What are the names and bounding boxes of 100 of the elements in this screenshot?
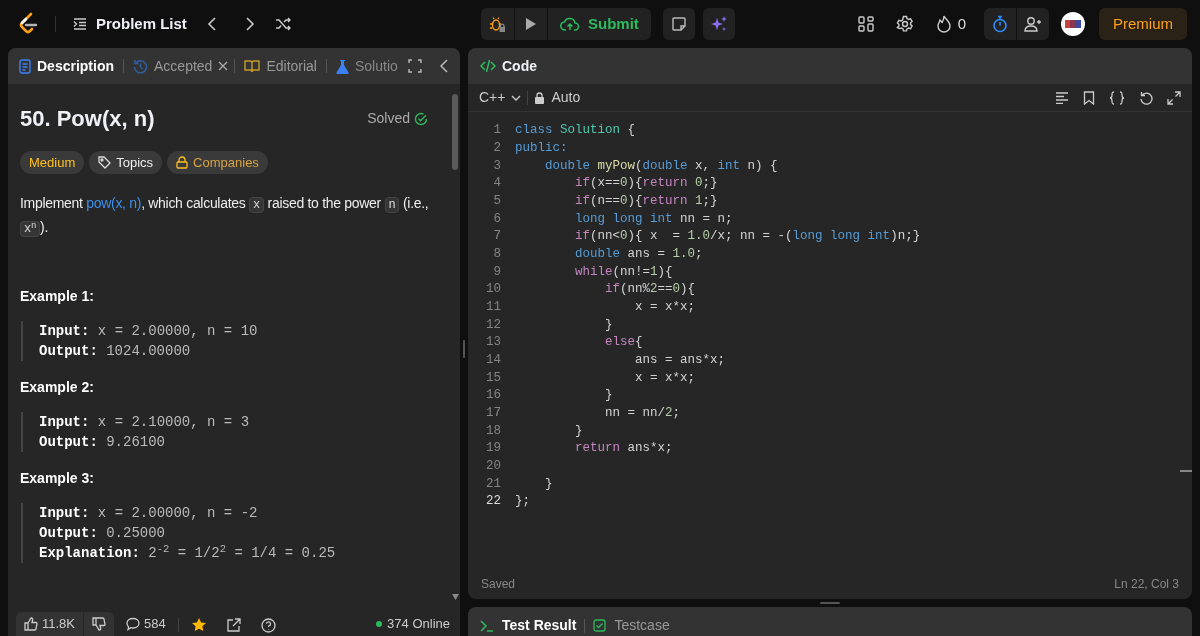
- companies-button[interactable]: Companies: [167, 151, 268, 174]
- line-number: 18: [485, 422, 502, 440]
- lock-icon: [534, 91, 546, 104]
- code-line: return ans*x;: [574, 440, 673, 458]
- panel-tab[interactable]: Solutio: [333, 55, 401, 77]
- code-line: nn = nn/2;: [604, 404, 681, 422]
- history-icon: [133, 58, 148, 74]
- line-number: 8: [492, 246, 502, 264]
- streak-count: 0: [957, 13, 966, 34]
- line-number: 12: [485, 316, 502, 334]
- cloud-upload-icon: [560, 16, 580, 32]
- braces-icon[interactable]: [1109, 90, 1125, 105]
- topics-button[interactable]: Topics: [89, 151, 163, 174]
- avatar[interactable]: [1061, 12, 1085, 36]
- code-line: };: [515, 493, 530, 511]
- problem-description: Implement pow(x, n), which calculates x raised to the power n (i.e., x$^{n}$ ).: [20, 194, 430, 239]
- line-number: 6: [492, 210, 502, 228]
- panel-tab[interactable]: Description: [16, 55, 117, 77]
- difficulty-badge[interactable]: Medium: [20, 151, 85, 174]
- shuffle-icon[interactable]: [274, 16, 291, 32]
- line-number: 20: [485, 457, 502, 475]
- language-select[interactable]: C++: [479, 87, 522, 108]
- bug-lock-icon: [489, 15, 506, 33]
- thumbs-down-icon: [92, 617, 106, 631]
- example-line: Input: x = 2.00000, n = 10: [39, 322, 258, 341]
- collapse-icon[interactable]: [440, 59, 448, 73]
- code-line: if(n==0){return 1;}: [574, 193, 718, 211]
- note-button[interactable]: [662, 8, 695, 40]
- line-number: 1: [492, 122, 502, 140]
- example-line: Input: x = 2.10000, n = 3: [39, 413, 250, 432]
- scroll-down-icon[interactable]: [452, 594, 459, 600]
- flask-icon: [336, 58, 349, 74]
- code-line: double ans = 1.0;: [574, 246, 703, 264]
- bookmark-icon[interactable]: [1083, 90, 1095, 105]
- solved-status: Solved: [367, 109, 410, 128]
- reset-icon[interactable]: [1139, 90, 1153, 105]
- fullscreen-icon[interactable]: [408, 59, 422, 73]
- line-number: 11: [485, 299, 502, 316]
- line-number: 17: [485, 404, 502, 422]
- line-number: 10: [485, 281, 502, 299]
- lock-icon: [176, 156, 189, 169]
- premium-button[interactable]: Premium: [1099, 8, 1187, 40]
- example-line: Output: 1024.00000: [39, 342, 191, 361]
- line-number: 16: [485, 387, 502, 405]
- save-status: Saved: [481, 576, 516, 594]
- code-line: }: [544, 475, 553, 493]
- previous-icon[interactable]: [206, 16, 219, 32]
- line-number: 22: [485, 493, 502, 511]
- code-icon: [480, 59, 496, 73]
- code-line: }: [574, 422, 583, 440]
- line-number: 3: [492, 157, 502, 175]
- problem-title: 50. Pow(x, n): [20, 105, 155, 133]
- line-number: 19: [485, 440, 502, 458]
- note-icon: [670, 16, 687, 32]
- panel-tab[interactable]: Accepted: [130, 55, 216, 77]
- close-icon[interactable]: [218, 61, 229, 71]
- flame-icon[interactable]: [935, 15, 952, 33]
- code-line: if(nn<0){ x = 1.0/x; nn = -(long long int)n;}: [574, 228, 921, 246]
- code-line: while(nn!=1){: [574, 263, 673, 281]
- online-count: 374 Online: [387, 615, 450, 634]
- help-icon[interactable]: [260, 618, 276, 633]
- panel-tab[interactable]: Editorial: [241, 55, 320, 77]
- example-line: Output: 0.25000: [39, 524, 166, 543]
- code-line: ans = ans*x;: [634, 352, 726, 369]
- expand-icon[interactable]: [1167, 90, 1181, 105]
- line-number: 2: [492, 140, 502, 158]
- line-number: 21: [485, 475, 502, 493]
- list-icon: [72, 16, 88, 32]
- cursor-position: Ln 22, Col 3: [1114, 576, 1179, 594]
- layout-icon[interactable]: [857, 16, 874, 32]
- play-icon: [525, 17, 537, 31]
- example-heading: Example 1:: [20, 287, 95, 306]
- ai-button[interactable]: [702, 8, 735, 40]
- terminal-icon: [480, 619, 494, 632]
- example-heading: Example 3:: [20, 469, 95, 488]
- tag-icon: [98, 156, 112, 169]
- auto-mode-button[interactable]: Auto: [534, 87, 581, 108]
- panel-tab[interactable]: Test Result: [480, 615, 577, 636]
- problem-list-button[interactable]: Problem List: [72, 12, 187, 36]
- settings-icon[interactable]: [895, 15, 914, 33]
- logo-icon[interactable]: [17, 12, 39, 36]
- line-number: 15: [485, 369, 502, 387]
- scrollbar-thumb[interactable]: [452, 94, 458, 170]
- code-tab[interactable]: Code: [502, 55, 537, 77]
- line-number: 9: [492, 263, 502, 281]
- code-line: double myPow(double x, int n) {: [544, 157, 778, 175]
- code-line: class Solution {: [515, 122, 636, 140]
- book-icon: [244, 59, 261, 73]
- line-number: 4: [492, 175, 502, 193]
- code-line: }: [604, 387, 613, 405]
- code-line: x = x*x;: [634, 299, 696, 316]
- example-line: Input: x = 2.00000, n = -2: [39, 504, 258, 523]
- panel-tab[interactable]: Testcase: [593, 615, 670, 636]
- comments-button[interactable]: 584: [126, 612, 166, 636]
- star-icon[interactable]: [190, 617, 207, 633]
- code-line: }: [604, 316, 613, 334]
- format-icon[interactable]: [1055, 91, 1069, 104]
- line-number: 7: [492, 228, 502, 246]
- share-icon[interactable]: [226, 618, 241, 632]
- chevron-down-icon: [511, 94, 522, 101]
